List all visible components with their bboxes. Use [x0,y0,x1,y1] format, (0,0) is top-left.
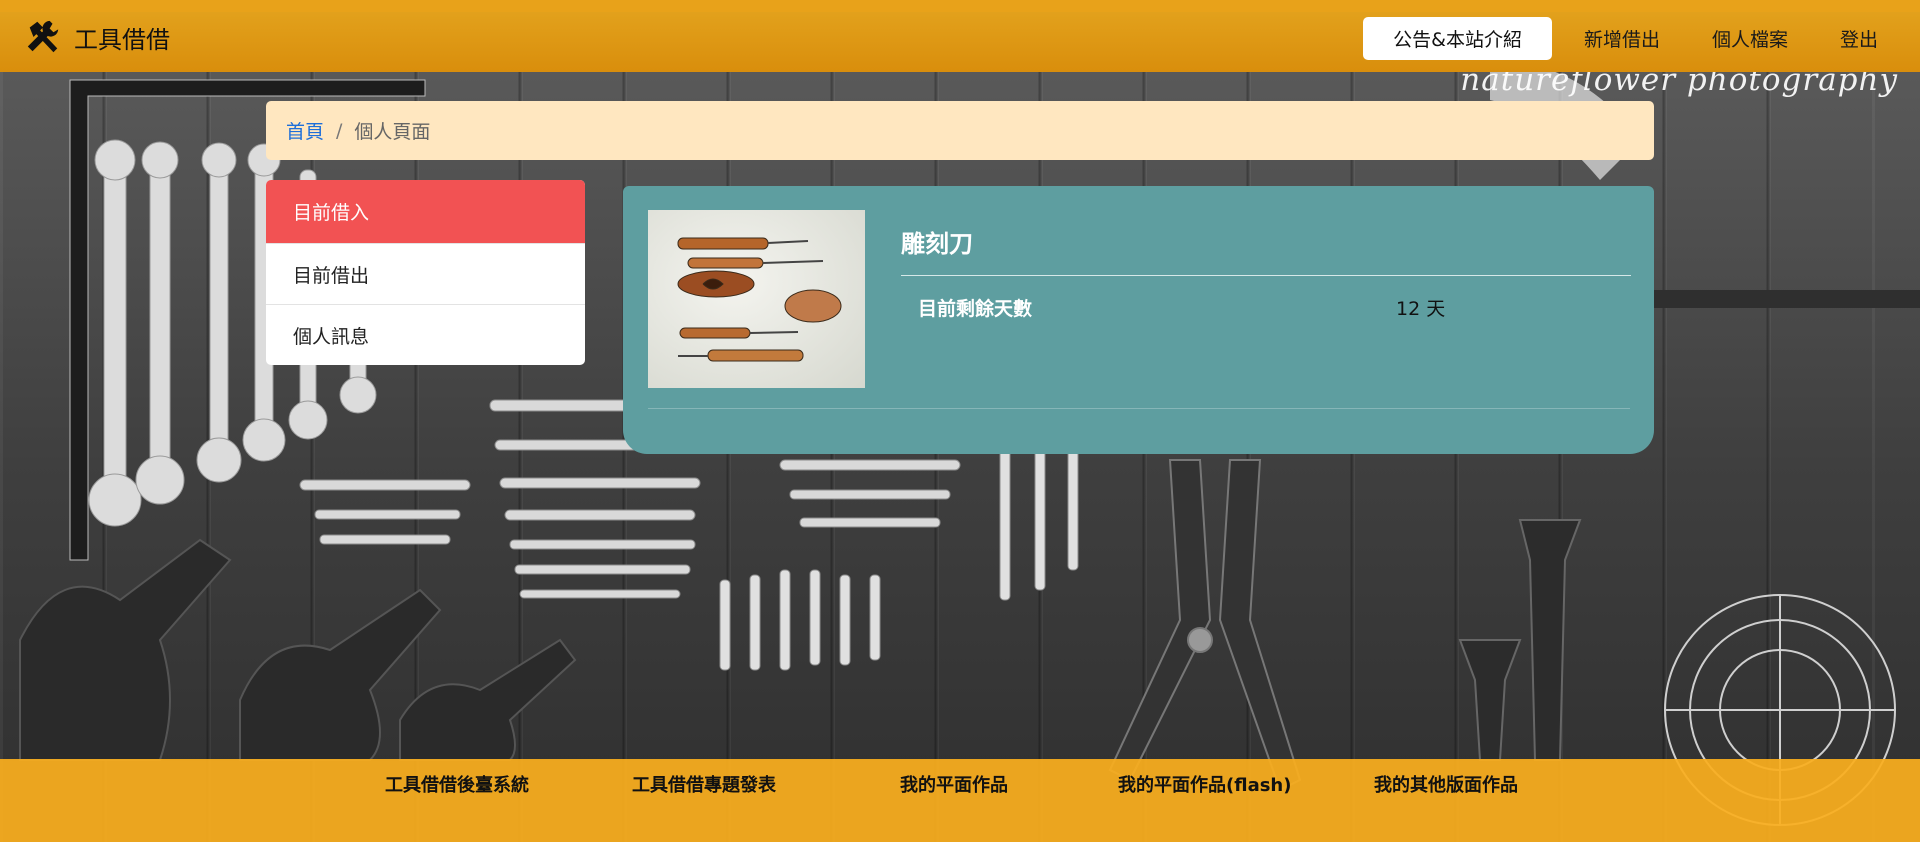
carving-knives-photo [677,237,842,362]
tools-icon [27,20,59,53]
side-item-messages[interactable]: 個人訊息 [266,304,585,365]
footer-link-project[interactable]: 工具借借專題發表 [632,771,776,797]
card-divider [901,275,1631,276]
item-photo[interactable] [648,210,865,388]
nav-item-new-lend[interactable]: 新增借出 [1564,17,1680,60]
card-bottom-divider [648,408,1630,409]
nav-item-profile[interactable]: 個人檔案 [1692,17,1808,60]
brand[interactable]: 工具借借 [24,18,170,56]
side-item-lent[interactable]: 目前借出 [266,243,585,304]
breadcrumb-home-link[interactable]: 首頁 [286,117,324,144]
nav-menu: 公告&本站介紹 新增借出 個人檔案 登出 [1351,17,1898,60]
footer-bar: 工具借借後臺系統 工具借借專題發表 我的平面作品 我的平面作品(flash) 我… [0,759,1920,842]
nav-item-announcement[interactable]: 公告&本站介紹 [1363,17,1552,60]
breadcrumb-current: 個人頁面 [354,121,431,143]
top-navbar: 工具借借 公告&本站介紹 新增借出 個人檔案 登出 [0,0,1920,72]
breadcrumb-separator: / [336,119,343,142]
remaining-days-label: 目前剩餘天數 [918,298,1033,320]
brand-title: 工具借借 [74,25,170,54]
footer-link-flash-works[interactable]: 我的平面作品(flash) [1118,771,1291,797]
item-title: 雕刻刀 [901,230,973,258]
nav-item-logout[interactable]: 登出 [1820,17,1898,60]
side-menu: 目前借入 目前借出 個人訊息 [266,180,585,365]
side-item-borrowed[interactable]: 目前借入 [266,180,585,243]
borrowed-item-card: 雕刻刀 目前剩餘天數 12 天 [623,186,1654,454]
footer-link-admin[interactable]: 工具借借後臺系統 [385,771,529,797]
remaining-days-value: 12 天 [1396,298,1446,320]
footer-link-other-layouts[interactable]: 我的其他版面作品 [1374,771,1518,797]
footer-link-graphic-works[interactable]: 我的平面作品 [900,771,1008,797]
breadcrumb: 首頁 / 個人頁面 [266,101,1654,160]
